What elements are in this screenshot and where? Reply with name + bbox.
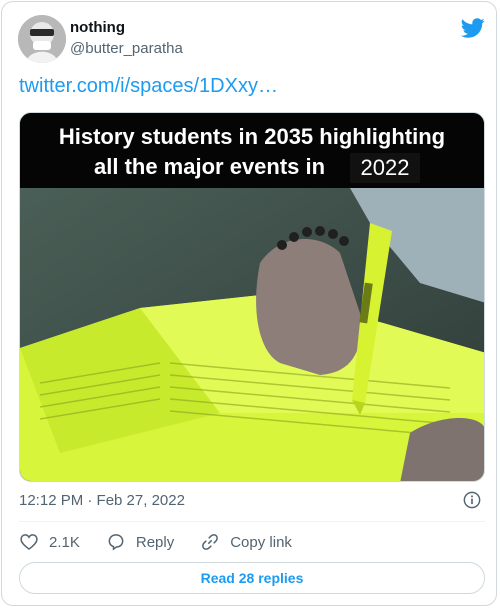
caption-line-1: History students in 2035 highlighting	[58, 124, 446, 149]
tweet-card: nothing @butter_paratha twitter.com/i/sp…	[1, 1, 497, 606]
heart-icon	[20, 534, 38, 551]
reply-button[interactable]: Reply	[106, 532, 174, 552]
caption-year: 2022	[350, 153, 420, 183]
copy-link-button[interactable]: Copy link	[200, 532, 292, 552]
tweet-actions: 2.1K Reply Copy link	[19, 529, 318, 555]
caption-line-2: all the major events in	[94, 154, 326, 179]
author-name[interactable]: nothing	[70, 19, 125, 36]
info-icon[interactable]	[463, 491, 481, 509]
author-handle[interactable]: @butter_paratha	[70, 40, 183, 57]
copy-link-label: Copy link	[230, 533, 292, 551]
avatar[interactable]	[18, 15, 66, 63]
tweet-media[interactable]: History students in 2035 highlighting al…	[19, 112, 485, 482]
divider	[19, 521, 485, 522]
like-button[interactable]: 2.1K	[19, 532, 80, 552]
tweet-timestamp[interactable]: 12:12 PM · Feb 27, 2022	[19, 492, 185, 509]
reply-label: Reply	[135, 533, 175, 551]
read-replies-button[interactable]: Read 28 replies	[19, 562, 485, 594]
link-icon	[202, 534, 219, 550]
reply-icon	[108, 534, 124, 551]
spaces-link[interactable]: twitter.com/i/spaces/1DXxy…	[19, 75, 278, 98]
like-count: 2.1K	[49, 533, 80, 551]
twitter-logo-icon[interactable]	[461, 16, 485, 40]
